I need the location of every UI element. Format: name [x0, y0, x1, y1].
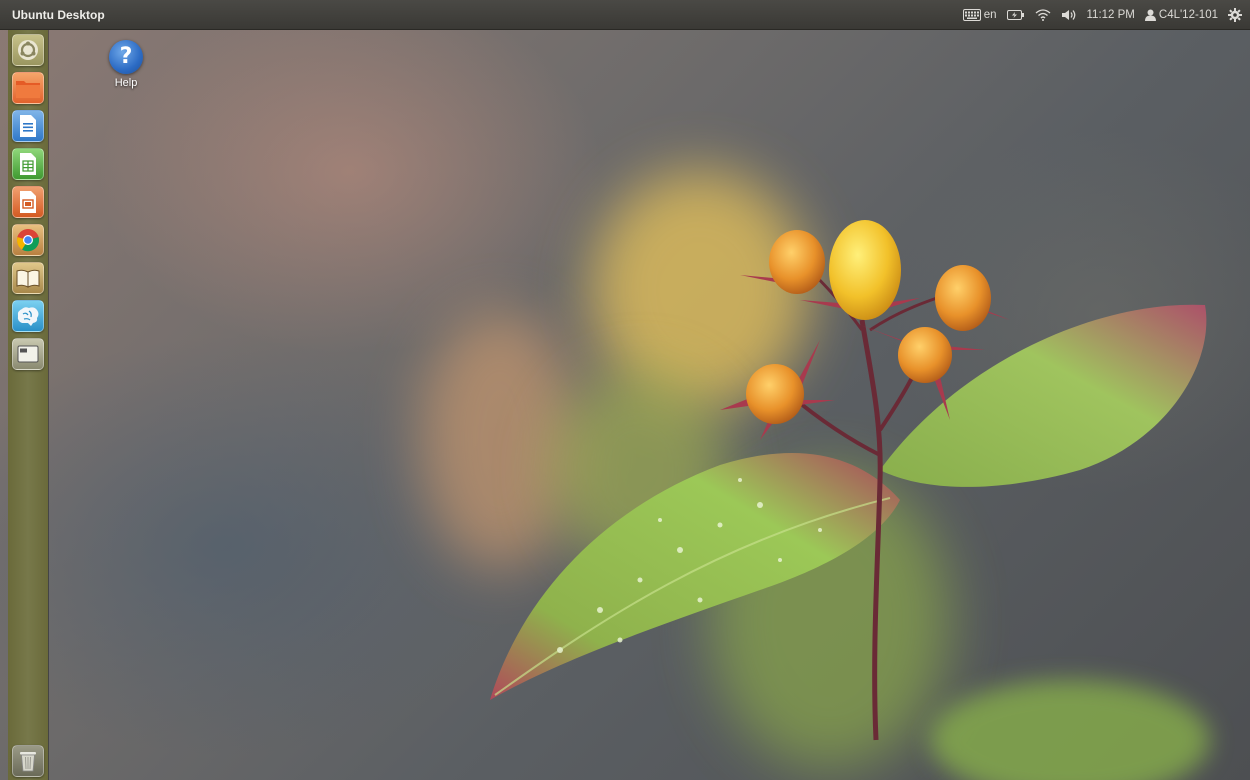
launcher-workspace-switcher[interactable]: [12, 338, 44, 370]
unity-launcher: [8, 30, 48, 780]
panel-window-title: Ubuntu Desktop: [12, 8, 105, 22]
clock-time: 11:12 PM: [1086, 9, 1135, 21]
keyboard-icon: [962, 9, 981, 21]
launcher-files[interactable]: [12, 72, 44, 104]
battery-icon: [1006, 9, 1025, 21]
session-menu[interactable]: [1228, 8, 1242, 22]
launcher-impress[interactable]: [12, 186, 44, 218]
indicator-area: en 11:12 PM C4L'12-101: [962, 0, 1242, 30]
document-icon: [18, 114, 38, 138]
workspace-icon: [17, 345, 39, 363]
volume-icon: [1061, 9, 1077, 21]
user-indicator[interactable]: C4L'12-101: [1144, 9, 1218, 21]
battery-indicator[interactable]: [1006, 9, 1025, 21]
wallpaper-flower-image: [420, 170, 1210, 780]
spreadsheet-icon: [18, 152, 38, 176]
desktop-icon-label: Help: [114, 77, 138, 89]
launcher-dash-home[interactable]: [12, 34, 44, 66]
sound-indicator[interactable]: [1061, 9, 1077, 21]
trash-icon: [19, 750, 37, 772]
settings-gear-icon: [1228, 8, 1242, 22]
top-panel: Ubuntu Desktop en 11:12 PM C4L'12-101: [0, 0, 1250, 30]
wifi-icon: [1035, 9, 1051, 21]
network-indicator[interactable]: [1035, 9, 1051, 21]
brain-icon: [16, 305, 40, 327]
user-icon: [1144, 9, 1156, 21]
launcher-brain-app[interactable]: [12, 300, 44, 332]
launcher-ebook-reader[interactable]: [12, 262, 44, 294]
folder-icon: [15, 77, 41, 99]
desktop-icon-help[interactable]: ? Help: [98, 40, 154, 89]
launcher-calc[interactable]: [12, 148, 44, 180]
keyboard-indicator[interactable]: en: [962, 9, 997, 21]
launcher-writer[interactable]: [12, 110, 44, 142]
presentation-icon: [18, 190, 38, 214]
ubuntu-logo-icon: [17, 39, 39, 61]
chrome-icon: [16, 228, 40, 252]
username-label: C4L'12-101: [1158, 9, 1218, 21]
keyboard-layout-label: en: [983, 9, 997, 21]
launcher-trash[interactable]: [12, 745, 44, 777]
book-icon: [16, 268, 40, 288]
clock-indicator[interactable]: 11:12 PM: [1087, 9, 1135, 21]
help-icon: ?: [109, 40, 143, 74]
launcher-chrome[interactable]: [12, 224, 44, 256]
desktop-wallpaper: [0, 0, 1250, 780]
